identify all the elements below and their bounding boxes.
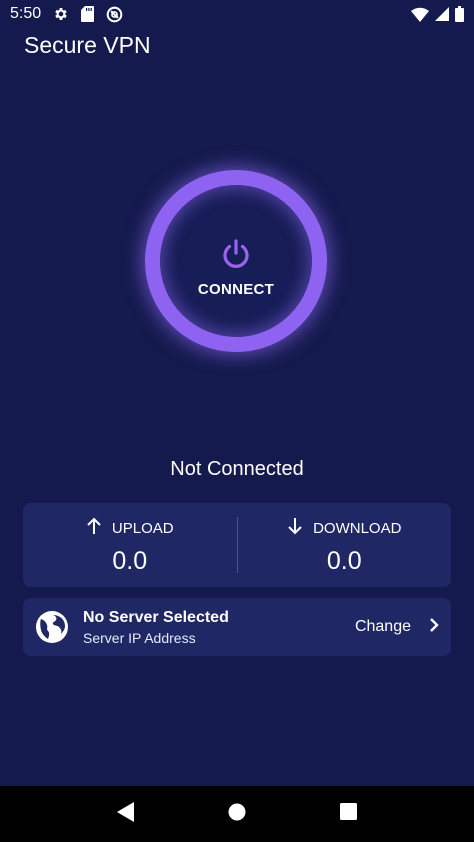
server-selector[interactable]: No Server Selected Server IP Address Cha… bbox=[23, 598, 451, 656]
status-bar: 5:50 bbox=[0, 0, 474, 28]
status-bar-left: 5:50 bbox=[10, 5, 123, 23]
traffic-stats-card: UPLOAD 0.0 DOWNLOAD 0.0 bbox=[23, 503, 451, 587]
server-ip: Server IP Address bbox=[83, 629, 196, 646]
signal-icon bbox=[435, 7, 449, 21]
server-info: No Server Selected Server IP Address bbox=[83, 609, 229, 646]
connect-button[interactable]: CONNECT bbox=[145, 170, 327, 352]
sd-card-icon bbox=[81, 6, 95, 22]
back-button[interactable] bbox=[106, 794, 146, 834]
recents-icon bbox=[339, 803, 357, 825]
recents-button[interactable] bbox=[328, 794, 368, 834]
vpn-key-icon bbox=[106, 6, 123, 23]
navigation-bar bbox=[0, 786, 474, 842]
power-icon bbox=[219, 237, 253, 271]
connect-label: CONNECT bbox=[197, 281, 275, 298]
connection-status: Not Connected bbox=[170, 458, 304, 480]
download-stat: DOWNLOAD 0.0 bbox=[238, 503, 452, 587]
download-header: DOWNLOAD bbox=[287, 517, 401, 539]
clock: 5:50 bbox=[10, 5, 42, 22]
change-label: Change bbox=[354, 618, 411, 635]
upload-header: UPLOAD bbox=[86, 517, 174, 539]
download-label: DOWNLOAD bbox=[313, 519, 402, 537]
chevron-right-icon bbox=[429, 617, 439, 638]
home-button[interactable] bbox=[217, 794, 257, 834]
battery-icon bbox=[455, 6, 464, 22]
app-title: Secure VPN bbox=[24, 32, 151, 58]
upload-label: UPLOAD bbox=[111, 519, 174, 537]
status-bar-right bbox=[411, 6, 464, 22]
upload-stat: UPLOAD 0.0 bbox=[23, 503, 237, 587]
globe-icon bbox=[35, 610, 69, 644]
gear-icon bbox=[53, 6, 69, 22]
home-icon bbox=[228, 803, 246, 826]
arrow-down-icon bbox=[287, 517, 303, 539]
server-name: No Server Selected bbox=[83, 608, 229, 626]
back-icon bbox=[116, 801, 135, 827]
upload-value: 0.0 bbox=[112, 547, 148, 575]
wifi-icon bbox=[411, 7, 429, 22]
change-server[interactable]: Change bbox=[355, 617, 439, 638]
download-value: 0.0 bbox=[326, 547, 362, 575]
arrow-up-icon bbox=[86, 517, 102, 539]
